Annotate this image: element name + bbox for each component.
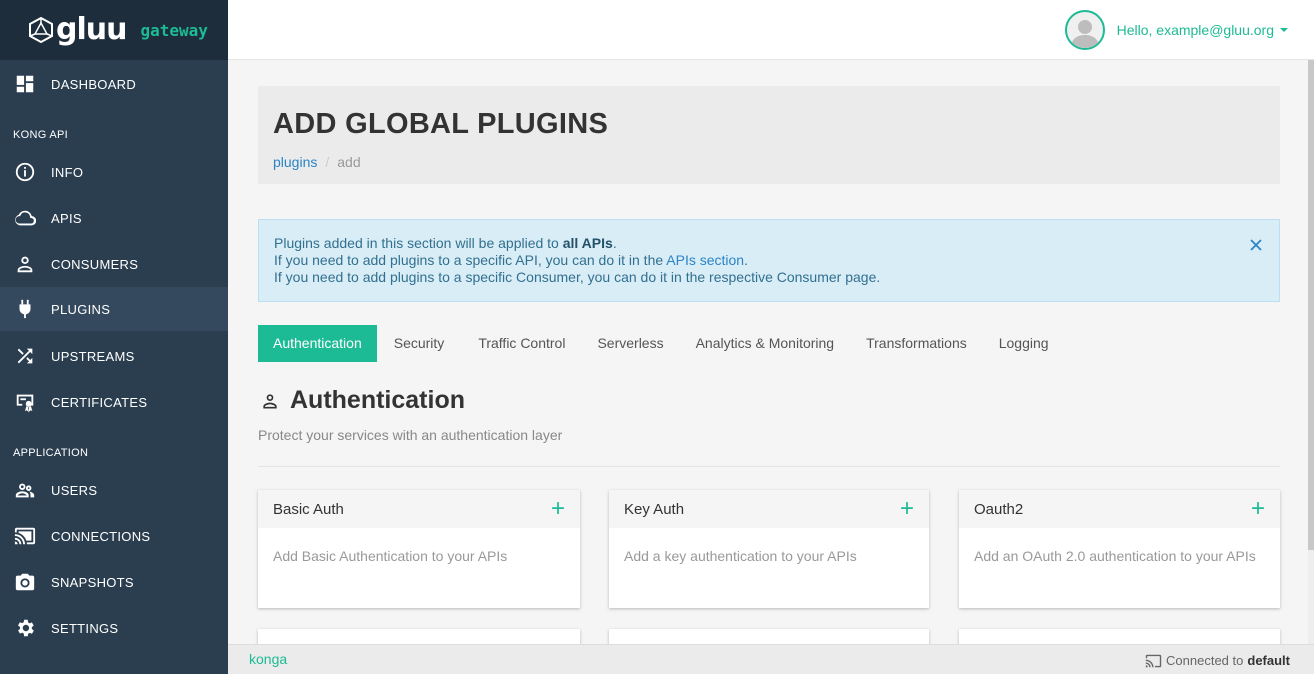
cloud-icon [14,207,36,229]
plugin-card-key-auth[interactable]: Key Auth + Add a key authentication to y… [609,490,929,608]
card-header: Basic Auth + [258,490,580,528]
sidebar-item-apis[interactable]: APIS [0,196,228,240]
card-title: Basic Auth [273,500,344,518]
sidebar-item-consumers[interactable]: CONSUMERS [0,242,228,286]
connection-status-prefix: Connected to [1166,653,1244,668]
alert-line-3: If you need to add plugins to a specific… [274,269,881,285]
sidebar-item-connections[interactable]: CONNECTIONS [0,514,228,558]
sidebar: gluu gateway DASHBOARD KONG API INFO API… [0,0,228,674]
apis-section-link[interactable]: APIs section [666,252,744,268]
alert-text: . [612,235,617,251]
page-title: ADD GLOBAL PLUGINS [273,108,609,140]
logo[interactable]: gluu gateway [0,0,228,60]
sidebar-section-application: APPLICATION [13,447,89,459]
card-description: Add a key authentication to your APIs [624,548,857,564]
tab-security[interactable]: Security [379,325,460,362]
sidebar-item-label: CONSUMERS [51,256,139,272]
page-header: ADD GLOBAL PLUGINS plugins / add [258,86,1280,184]
user-greeting[interactable]: Hello, example@gluu.org [1117,22,1274,38]
connection-status: Connected to default [1145,653,1290,668]
sidebar-item-dashboard[interactable]: DASHBOARD [0,62,228,106]
sidebar-item-info[interactable]: INFO [0,150,228,194]
certificate-icon [14,391,36,413]
alert-text: If you need to add plugins to a specific… [274,252,667,268]
sidebar-item-snapshots[interactable]: SNAPSHOTS [0,560,228,604]
tab-analytics-monitoring[interactable]: Analytics & Monitoring [681,325,850,362]
card-header: Key Auth + [609,490,929,528]
sidebar-item-label: APIS [51,210,82,226]
gluu-logo-icon [29,17,53,43]
breadcrumb: plugins / add [273,154,361,170]
user-menu[interactable]: Hello, example@gluu.org [1064,10,1288,50]
add-plugin-button[interactable]: + [900,497,914,521]
plugin-card-basic-auth[interactable]: Basic Auth + Add Basic Authentication to… [258,490,580,608]
breadcrumb-plugins[interactable]: plugins [273,154,317,170]
camera-icon [14,571,36,593]
person-icon [14,253,36,275]
breadcrumb-separator: / [325,154,330,170]
breadcrumb-current: add [337,154,361,170]
tab-transformations[interactable]: Transformations [851,325,982,362]
sidebar-item-label: SETTINGS [51,620,119,636]
dashboard-icon [14,73,36,95]
shuffle-icon [14,345,36,367]
alert-emphasis: all APIs [562,235,613,251]
cast-icon [14,525,36,547]
footer: konga Connected to default [228,644,1314,674]
card-title: Key Auth [624,500,685,518]
brand-name: gluu [56,12,127,47]
cast-icon [1145,654,1162,667]
divider [258,466,1280,467]
section-header: Authentication [260,386,465,415]
brand-sub: gateway [140,20,208,40]
sidebar-item-label: CONNECTIONS [51,528,151,544]
users-icon [14,479,36,501]
sidebar-section-kong: KONG API [13,129,68,141]
close-icon[interactable] [1249,238,1263,252]
connection-name: default [1247,653,1290,668]
chevron-down-icon[interactable] [1280,28,1288,32]
avatar[interactable] [1064,10,1105,50]
card-header: Oauth2 + [959,490,1280,528]
plug-icon [14,298,36,320]
sidebar-item-label: INFO [51,164,84,180]
topbar: Hello, example@gluu.org [228,0,1314,60]
tab-logging[interactable]: Logging [984,325,1064,362]
sidebar-item-label: DASHBOARD [51,76,137,92]
plugin-card-oauth2[interactable]: Oauth2 + Add an OAuth 2.0 authentication… [959,490,1280,608]
sidebar-item-label: USERS [51,482,98,498]
scrollbar[interactable] [1308,60,1314,644]
tab-traffic-control[interactable]: Traffic Control [463,325,580,362]
section-title: Authentication [290,386,465,414]
alert-text: Plugins added in this section will be ap… [274,235,563,251]
tab-serverless[interactable]: Serverless [582,325,678,362]
section-description: Protect your services with an authentica… [258,427,563,443]
plugin-category-tabs: Authentication Security Traffic Control … [258,325,1066,362]
sidebar-item-label: SNAPSHOTS [51,574,134,590]
card-title: Oauth2 [974,500,1024,518]
footer-brand-link[interactable]: konga [249,651,287,667]
sidebar-item-label: CERTIFICATES [51,394,148,410]
person-icon [263,393,277,408]
sidebar-item-users[interactable]: USERS [0,468,228,512]
sidebar-item-label: UPSTREAMS [51,348,135,364]
sidebar-item-settings[interactable]: SETTINGS [0,606,228,650]
alert-text: . [744,252,748,268]
alert-line-1: Plugins added in this section will be ap… [274,235,1264,252]
sidebar-item-certificates[interactable]: CERTIFICATES [0,380,228,424]
info-icon [14,161,36,183]
card-description: Add an OAuth 2.0 authentication to your … [974,548,1256,564]
sidebar-item-upstreams[interactable]: UPSTREAMS [0,334,228,378]
sidebar-item-label: PLUGINS [51,301,111,317]
gear-icon [14,617,36,639]
avatar-icon [1070,20,1099,48]
card-description: Add Basic Authentication to your APIs [273,548,508,564]
add-plugin-button[interactable]: + [1251,497,1265,521]
info-alert: Plugins added in this section will be ap… [258,219,1280,302]
alert-line-2: If you need to add plugins to a specific… [274,252,1264,269]
add-plugin-button[interactable]: + [551,497,565,521]
tab-authentication[interactable]: Authentication [258,325,377,362]
scrollbar-thumb[interactable] [1308,60,1314,550]
sidebar-item-plugins[interactable]: PLUGINS [0,287,228,331]
